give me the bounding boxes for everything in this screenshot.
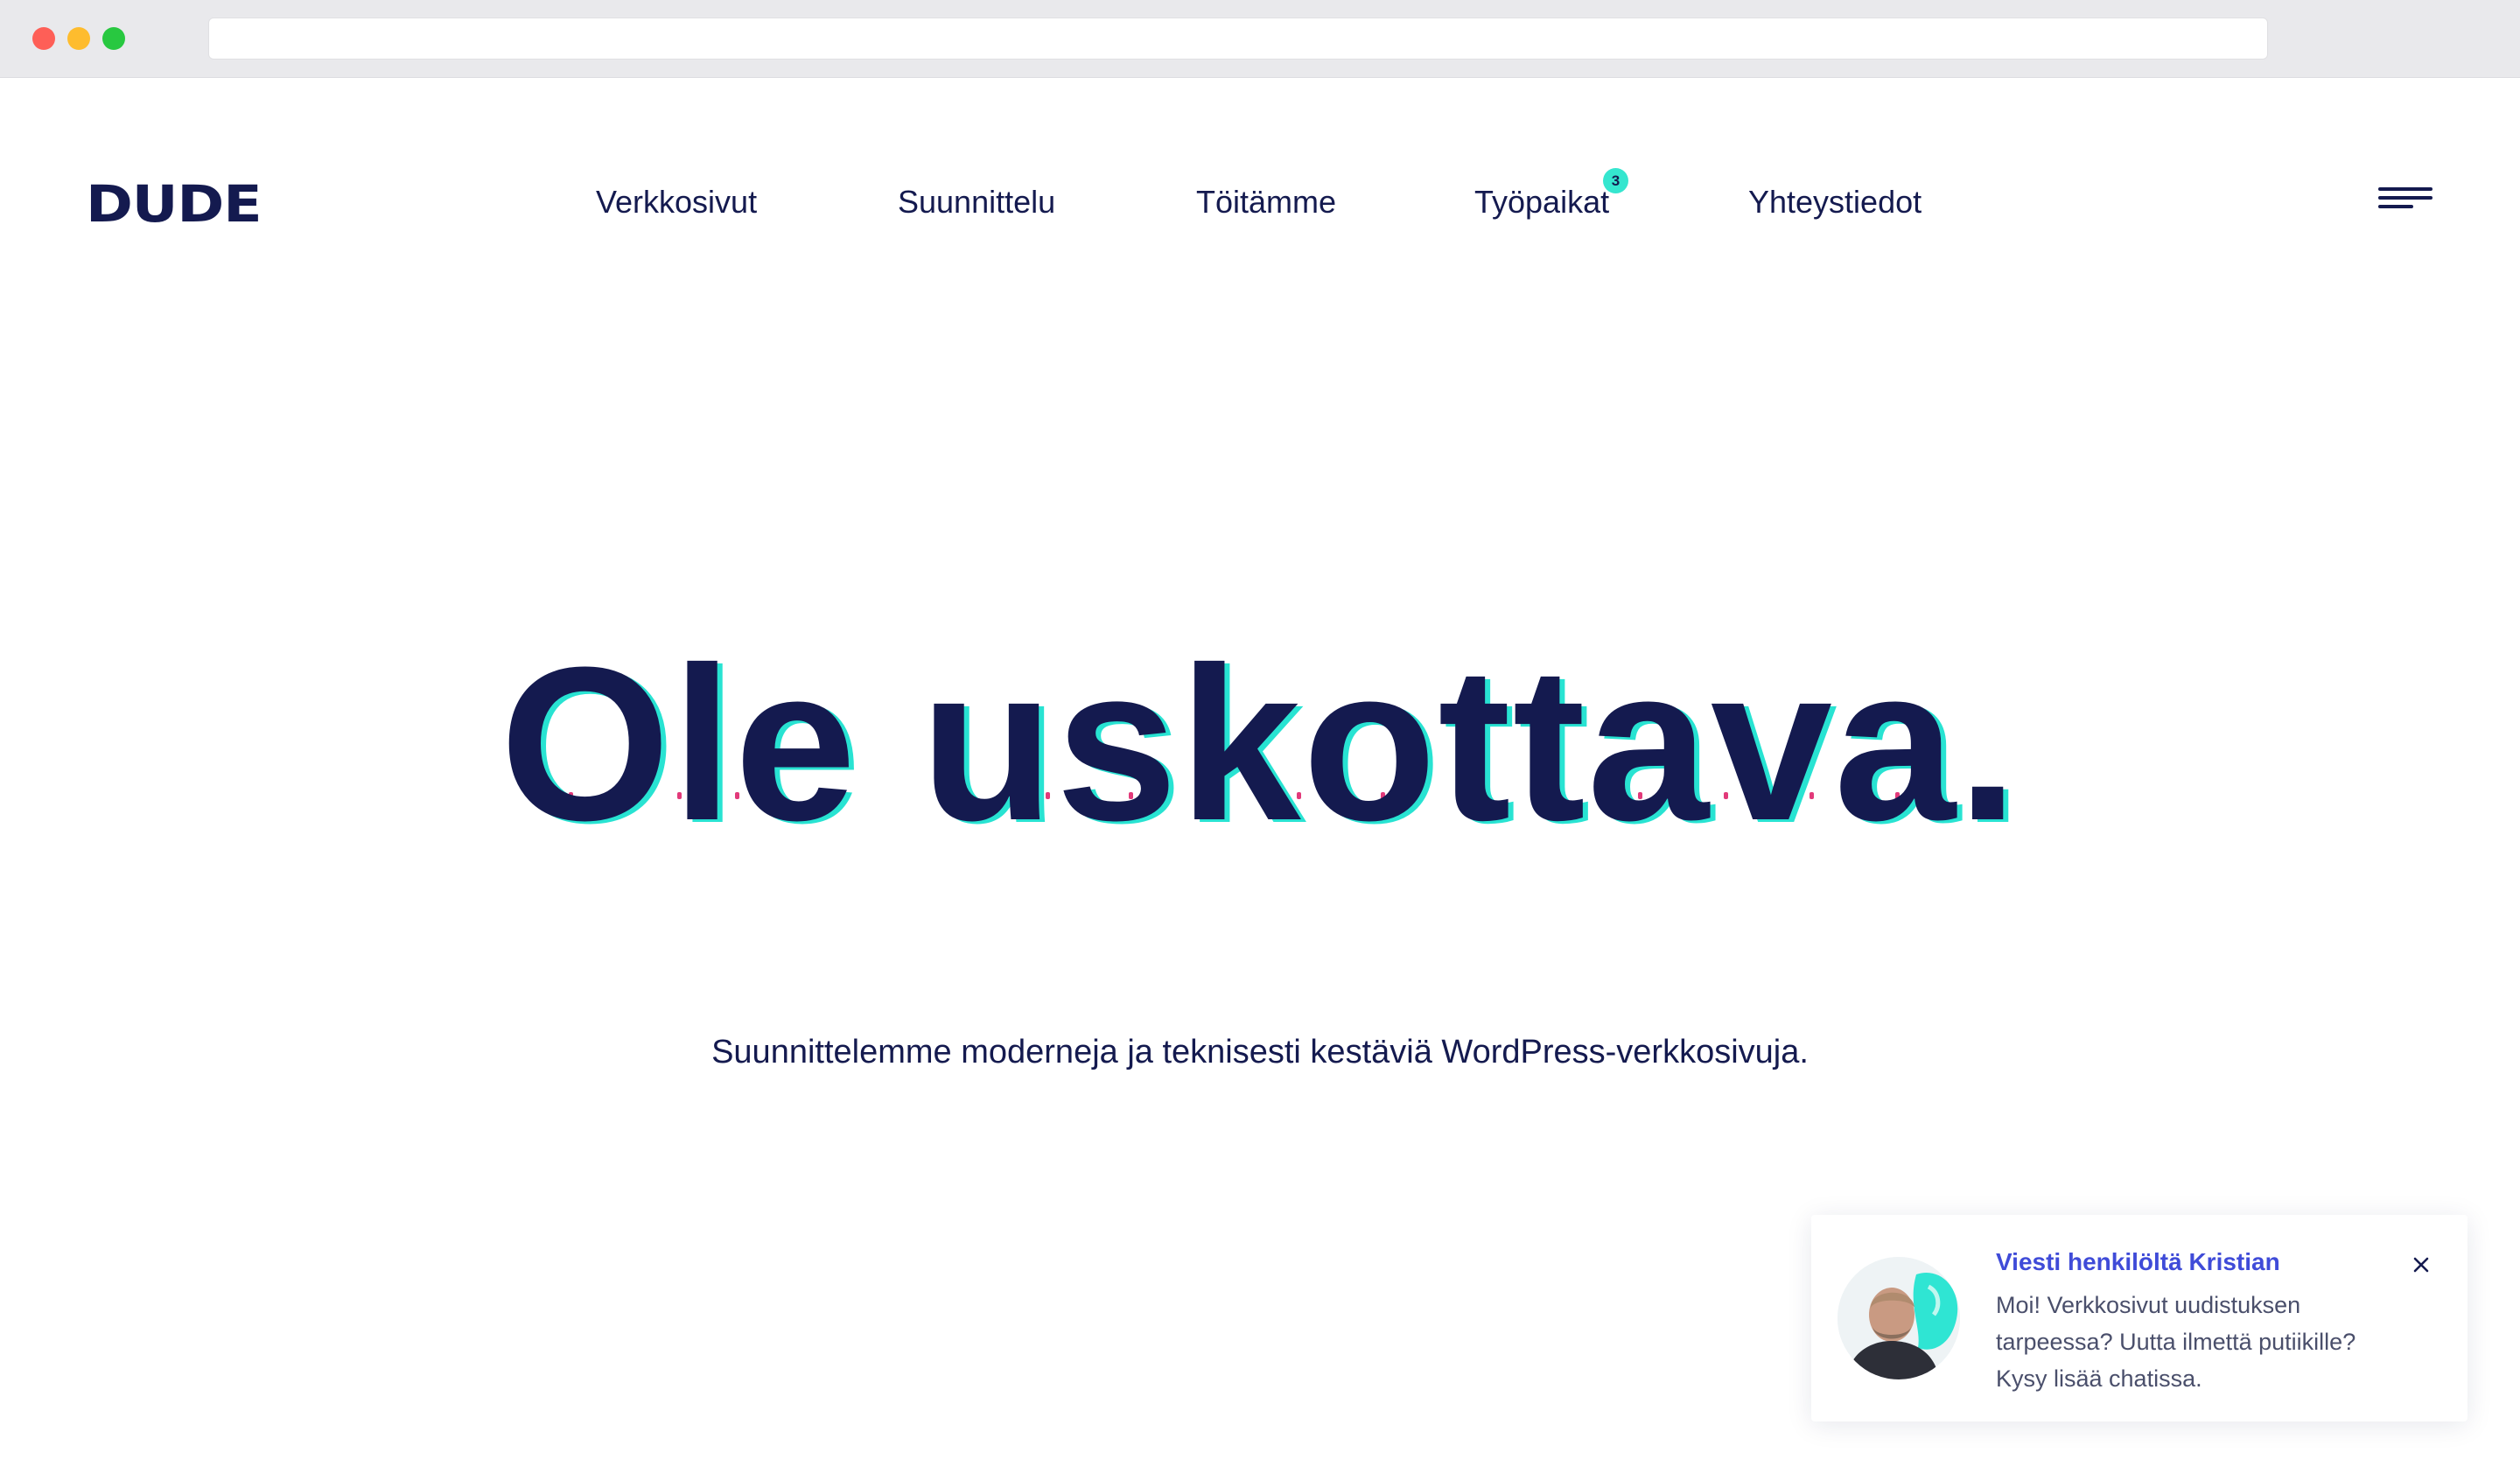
nav-item-suunnittelu[interactable]: Suunnittelu <box>898 183 1055 221</box>
site-logo[interactable]: DUDE <box>86 178 287 230</box>
window-close-button[interactable] <box>32 27 55 50</box>
hero-title-text: Ole uskottava. <box>500 621 2020 866</box>
hero-subtitle: Suunnittelemme moderneja ja teknisesti k… <box>711 1034 1809 1070</box>
close-icon[interactable] <box>2408 1252 2434 1278</box>
chat-popup[interactable]: Viesti henkilöltä Kristian Moi! Verkkosi… <box>1811 1215 2468 1421</box>
nav-item-tyopaikat[interactable]: Työpaikat <box>1474 183 1609 221</box>
jobs-count-badge: 3 <box>1603 168 1628 193</box>
address-bar[interactable] <box>208 18 2268 60</box>
nav-item-yhteystiedot[interactable]: Yhteystiedot <box>1748 183 1922 221</box>
browser-chrome <box>0 0 2520 78</box>
chat-title[interactable]: Viesti henkilöltä Kristian <box>1996 1246 2280 1278</box>
window-minimize-button[interactable] <box>67 27 90 50</box>
nav-item-toitamme[interactable]: Töitämme <box>1196 183 1336 221</box>
hero-section: Ole uskottava. Ole uskottava. <box>0 630 2520 860</box>
avatar-photo <box>1838 1257 1960 1379</box>
chat-message-line: Kysy lisää chatissa. <box>1996 1365 2202 1392</box>
hero-title: Ole uskottava. Ole uskottava. <box>500 630 2024 860</box>
chat-message: Moi! Verkkosivut uudistuksen tarpeessa? … <box>1996 1287 2407 1397</box>
chat-message-line: tarpeessa? Uutta ilmettä putiikille? <box>1996 1329 2356 1355</box>
window-maximize-button[interactable] <box>102 27 125 50</box>
chat-message-line: Moi! Verkkosivut uudistuksen <box>1996 1292 2301 1318</box>
hamburger-icon[interactable] <box>2378 184 2434 219</box>
nav-item-verkkosivut[interactable]: Verkkosivut <box>596 183 757 221</box>
